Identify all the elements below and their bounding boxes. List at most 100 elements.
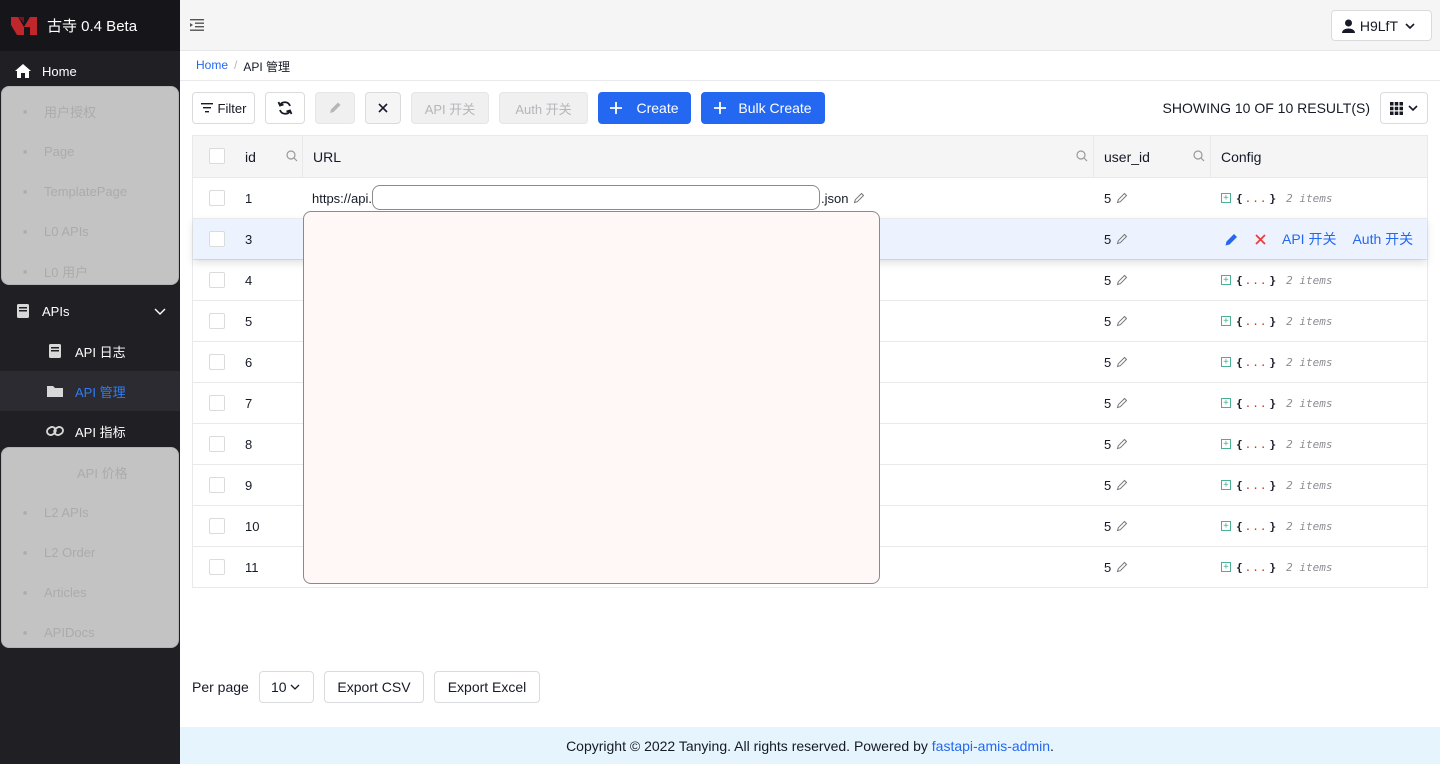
auth-switch-link[interactable]: Auth 开关 bbox=[1352, 229, 1413, 249]
edit-pencil-icon[interactable] bbox=[853, 192, 865, 204]
app-title: 古寺 0.4 Beta bbox=[47, 18, 138, 35]
sidebar-item-api-log[interactable]: API 日志 bbox=[0, 331, 180, 371]
sidebar-item-api-price[interactable]: API 价格 bbox=[2, 452, 178, 492]
column-header-config[interactable]: Config bbox=[1221, 149, 1261, 165]
edit-pencil-icon[interactable] bbox=[1116, 479, 1128, 491]
row-checkbox[interactable] bbox=[209, 383, 225, 423]
json-close-brace: } bbox=[1269, 560, 1277, 574]
columns-toggle-button[interactable] bbox=[1380, 92, 1428, 124]
column-header-id[interactable]: id bbox=[245, 149, 256, 165]
expand-icon[interactable]: + bbox=[1221, 439, 1231, 449]
bulk-create-button[interactable]: Bulk Create bbox=[701, 92, 825, 124]
sidebar-item-api-management[interactable]: API 管理 bbox=[0, 371, 180, 411]
config-json-viewer[interactable]: + {...} 2 items bbox=[1221, 506, 1332, 546]
column-header-user-id[interactable]: user_id bbox=[1104, 149, 1150, 165]
result-count: SHOWING 10 OF 10 RESULT(S) bbox=[1162, 100, 1370, 116]
sidebar-item-l2-apis[interactable]: ▪ L2 APIs bbox=[2, 492, 178, 532]
edit-pencil-icon[interactable] bbox=[1116, 520, 1128, 532]
config-json-viewer[interactable]: + {...} 2 items bbox=[1221, 342, 1332, 382]
row-checkbox[interactable] bbox=[209, 465, 225, 505]
brand[interactable]: 古寺 0.4 Beta bbox=[0, 0, 180, 51]
sidebar-item-apis[interactable]: APIs bbox=[0, 291, 180, 331]
sidebar-item-page[interactable]: ▪ Page bbox=[2, 131, 178, 171]
expand-icon[interactable]: + bbox=[1221, 398, 1231, 408]
sidebar-item-articles[interactable]: ▪ Articles bbox=[2, 572, 178, 612]
sidebar-item-label: Page bbox=[44, 143, 75, 159]
config-json-viewer[interactable]: + {...} 2 items bbox=[1221, 260, 1332, 300]
sidebar-item-l0-users[interactable]: ▪ L0 用户 bbox=[2, 251, 178, 291]
filter-button[interactable]: Filter bbox=[192, 92, 255, 124]
sidebar-item-api-metrics[interactable]: API 指标 bbox=[0, 411, 180, 451]
column-header-url[interactable]: URL bbox=[313, 149, 341, 165]
search-icon[interactable] bbox=[1193, 150, 1205, 162]
user-id-value: 5 bbox=[1104, 395, 1112, 411]
search-icon[interactable] bbox=[286, 150, 298, 162]
expand-icon[interactable]: + bbox=[1221, 193, 1231, 203]
edit-pencil-icon[interactable] bbox=[1116, 438, 1128, 450]
sidebar-item-label: API 管理 bbox=[75, 384, 126, 400]
row-checkbox[interactable] bbox=[209, 219, 225, 259]
button-label: API 开关 bbox=[424, 101, 476, 117]
edit-pencil-icon[interactable] bbox=[1116, 192, 1128, 204]
edit-pencil-icon[interactable] bbox=[1116, 315, 1128, 327]
row-checkbox[interactable] bbox=[209, 506, 225, 546]
plus-icon bbox=[714, 102, 727, 114]
sidebar-item-templatepage[interactable]: ▪ TemplatePage bbox=[2, 171, 178, 211]
delete-icon[interactable] bbox=[1255, 233, 1266, 245]
bulk-edit-button[interactable] bbox=[315, 92, 355, 124]
expand-icon[interactable]: + bbox=[1221, 316, 1231, 326]
row-checkbox[interactable] bbox=[209, 301, 225, 341]
expand-icon[interactable]: + bbox=[1221, 562, 1231, 572]
bulk-delete-button[interactable] bbox=[365, 92, 401, 124]
select-all-checkbox[interactable] bbox=[209, 136, 225, 176]
book-icon: ▪ bbox=[22, 223, 28, 239]
sidebar-item-apidocs[interactable]: ▪ APIDocs bbox=[2, 612, 178, 652]
edit-pencil-icon[interactable] bbox=[1116, 561, 1128, 573]
row-checkbox[interactable] bbox=[209, 342, 225, 382]
bulk-auth-switch-button[interactable]: Auth 开关 bbox=[499, 92, 588, 124]
refresh-button[interactable] bbox=[265, 92, 305, 124]
sidebar-item-home[interactable]: Home bbox=[0, 51, 180, 91]
config-json-viewer[interactable]: + {...} 2 items bbox=[1221, 301, 1332, 341]
per-page-value: 10 bbox=[271, 679, 287, 695]
cell-id: 9 bbox=[245, 477, 253, 493]
url-inline-edit-input[interactable] bbox=[372, 185, 820, 210]
create-button[interactable]: Create bbox=[598, 92, 691, 124]
cell-id: 11 bbox=[245, 559, 259, 575]
expand-icon[interactable]: + bbox=[1221, 357, 1231, 367]
edit-pencil-icon[interactable] bbox=[1116, 356, 1128, 368]
edit-pencil-icon[interactable] bbox=[1116, 274, 1128, 286]
footer: Copyright © 2022 Tanying. All rights res… bbox=[180, 727, 1440, 764]
expand-icon[interactable]: + bbox=[1221, 275, 1231, 285]
config-json-viewer[interactable]: + {...} 2 items bbox=[1221, 424, 1332, 464]
config-json-viewer[interactable]: + {...} 2 items bbox=[1221, 178, 1332, 218]
expand-icon[interactable]: + bbox=[1221, 480, 1231, 490]
expand-icon[interactable]: + bbox=[1221, 521, 1231, 531]
row-checkbox[interactable] bbox=[209, 424, 225, 464]
export-csv-button[interactable]: Export CSV bbox=[324, 671, 424, 703]
sidebar-item-l0-apis[interactable]: ▪ L0 APIs bbox=[2, 211, 178, 251]
json-ellipsis: ... bbox=[1244, 355, 1268, 369]
sidebar-item-l2-order[interactable]: ▪ L2 Order bbox=[2, 532, 178, 572]
row-checkbox[interactable] bbox=[209, 547, 225, 587]
sidebar-toggle-icon[interactable] bbox=[190, 18, 204, 32]
export-excel-button[interactable]: Export Excel bbox=[434, 671, 540, 703]
breadcrumb-home-link[interactable]: Home bbox=[196, 58, 228, 75]
config-json-viewer[interactable]: + {...} 2 items bbox=[1221, 465, 1332, 505]
search-icon[interactable] bbox=[1076, 150, 1088, 162]
edit-icon[interactable] bbox=[1224, 232, 1239, 247]
row-checkbox[interactable] bbox=[209, 178, 225, 218]
edit-pencil-icon[interactable] bbox=[1116, 233, 1128, 245]
bulk-api-switch-button[interactable]: API 开关 bbox=[411, 92, 489, 124]
row-checkbox[interactable] bbox=[209, 260, 225, 300]
config-json-viewer[interactable]: + {...} 2 items bbox=[1221, 383, 1332, 423]
sidebar-item-auth[interactable]: ▪ 用户授权 bbox=[2, 91, 178, 131]
obscured-nav-group: API 价格 ▪ L2 APIs ▪ L2 Order ▪ Articles ▪ API… bbox=[1, 447, 179, 648]
config-json-viewer[interactable]: + {...} 2 items bbox=[1221, 547, 1332, 587]
sidebar-item-label: 用户授权 bbox=[44, 104, 97, 120]
footer-link[interactable]: fastapi-amis-admin bbox=[932, 738, 1050, 754]
user-menu-button[interactable]: H9LfT bbox=[1330, 10, 1432, 41]
edit-pencil-icon[interactable] bbox=[1116, 397, 1128, 409]
per-page-select[interactable]: 10 bbox=[259, 671, 314, 703]
api-switch-link[interactable]: API 开关 bbox=[1282, 229, 1336, 249]
